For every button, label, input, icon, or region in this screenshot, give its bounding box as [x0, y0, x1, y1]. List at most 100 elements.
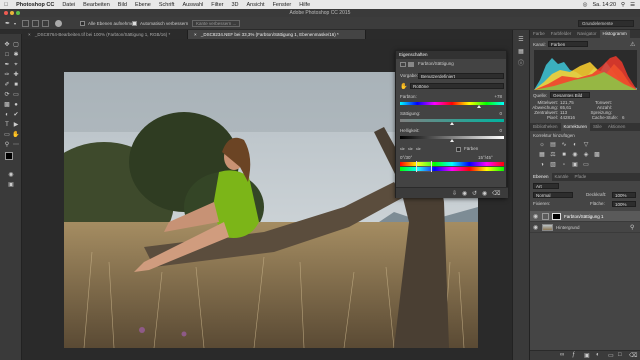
menu-bearbeiten[interactable]: Bearbeiten — [79, 2, 114, 8]
canvas-area[interactable]: Eigenschaften Farbton/Sättigung Vorgabe:… — [22, 39, 512, 360]
clip-to-layer-icon[interactable]: ⇩ — [452, 190, 457, 197]
sample-all-layers-checkbox[interactable] — [80, 21, 85, 26]
new-selection-icon[interactable] — [22, 20, 29, 27]
hand-tool-icon[interactable]: ✋ — [12, 131, 20, 139]
gradient-map-icon[interactable]: ▭ — [582, 161, 590, 169]
workspace-select[interactable]: Grundelemente — [578, 20, 634, 27]
more-tools-icon[interactable]: ⋯ — [12, 141, 20, 149]
type-tool-icon[interactable]: T — [3, 121, 11, 129]
levels-icon[interactable]: ▤ — [549, 141, 557, 149]
layer-mask-thumbnail[interactable] — [552, 213, 561, 220]
threshold-icon[interactable]: ▫ — [560, 161, 568, 169]
black-white-icon[interactable]: ■ — [560, 151, 568, 159]
saturation-slider-thumb[interactable] — [450, 122, 454, 125]
tab-kanaele[interactable]: Kanäle — [552, 173, 572, 181]
hue-slider-thumb[interactable] — [477, 105, 482, 108]
visibility-eye-icon[interactable]: ◉ — [533, 213, 538, 220]
layer-filter-select[interactable]: Art — [533, 183, 559, 189]
fx-icon[interactable]: ƒ — [572, 352, 575, 358]
document-tab-1[interactable]: × _DSC8764-Bearbeiten.tif bei 100% (Farb… — [22, 30, 188, 39]
layer-row[interactable]: ◉ Farbton/Sättigung 1 — [530, 211, 640, 222]
crop-tool-icon[interactable]: ⌖ — [12, 61, 20, 69]
fill-input[interactable]: 100% — [612, 201, 636, 207]
trash-icon[interactable]: ⌫ — [492, 190, 500, 197]
warning-icon[interactable]: ⚠ — [630, 41, 635, 48]
brush-tool-icon[interactable]: ✐ — [3, 81, 11, 89]
menu-bild[interactable]: Bild — [114, 2, 131, 8]
tab-stile[interactable]: Stile — [590, 123, 605, 131]
exposure-icon[interactable]: ◐ — [571, 141, 579, 149]
tab-navigator[interactable]: Navigator — [574, 30, 599, 38]
clock[interactable]: Sa. 14:20 — [592, 2, 616, 8]
auto-enhance-checkbox[interactable] — [132, 21, 137, 26]
menu-fenster[interactable]: Fenster — [269, 2, 296, 8]
path-selection-tool-icon[interactable]: ▶ — [12, 121, 20, 129]
info-panel-icon[interactable]: ⓘ — [517, 60, 525, 68]
menu-filter[interactable]: Filter — [207, 2, 227, 8]
visibility-icon[interactable]: ◉ — [482, 190, 487, 197]
foreground-color-swatch[interactable] — [5, 152, 13, 160]
tab-ebenen[interactable]: Ebenen — [530, 173, 552, 181]
document-tab-2[interactable]: × _DSC8234.NEF bei 33,3% (Farbton/Sättig… — [188, 30, 366, 39]
link-layers-icon[interactable]: ∞ — [560, 352, 564, 358]
healing-brush-tool-icon[interactable]: ✚ — [12, 71, 20, 79]
history-brush-tool-icon[interactable]: ⟳ — [3, 91, 11, 99]
add-mask-icon[interactable]: ▣ — [584, 352, 590, 359]
hue-slider[interactable] — [400, 102, 504, 105]
color-range-handle[interactable] — [416, 161, 432, 172]
posterize-icon[interactable]: ▧ — [549, 161, 557, 169]
zoom-window-button[interactable] — [16, 11, 20, 15]
close-tab-icon[interactable]: × — [28, 32, 31, 37]
screen-mode-icon[interactable]: ▣ — [7, 181, 15, 189]
tab-aktionen[interactable]: Aktionen — [605, 123, 629, 131]
wifi-icon[interactable]: ◎ — [583, 2, 588, 8]
apple-icon[interactable]:  — [0, 2, 12, 8]
tab-histogramm[interactable]: Histogramm — [599, 30, 630, 38]
close-window-button[interactable] — [4, 11, 8, 15]
new-adjustment-icon[interactable]: ◐ — [596, 352, 600, 358]
lightness-slider-thumb[interactable] — [450, 139, 454, 142]
quick-selection-tool-icon[interactable]: ✒ — [5, 20, 10, 27]
visibility-eye-icon[interactable]: ◉ — [533, 224, 538, 231]
menu-app-name[interactable]: Photoshop CC — [12, 2, 58, 8]
invert-icon[interactable]: ◑ — [538, 161, 546, 169]
zoom-tool-icon[interactable]: ⚲ — [3, 141, 11, 149]
layer-name[interactable]: Hintergrund — [556, 225, 580, 231]
reset-icon[interactable]: ↺ — [472, 190, 477, 197]
saturation-value[interactable]: 0 — [482, 111, 502, 117]
menu-hilfe[interactable]: Hilfe — [295, 2, 314, 8]
source-select[interactable]: Gesamtes Bild — [550, 92, 590, 98]
menu-auswahl[interactable]: Auswahl — [178, 2, 207, 8]
photo-filter-icon[interactable]: ◉ — [571, 151, 579, 159]
quick-mask-icon[interactable]: ◉ — [7, 171, 15, 179]
refine-edge-button[interactable]: Kante verbessern ... — [192, 20, 241, 27]
minimize-window-button[interactable] — [10, 11, 14, 15]
list-icon[interactable]: ☰ — [630, 2, 635, 8]
menu-ebene[interactable]: Ebene — [131, 2, 155, 8]
history-panel-icon[interactable]: ☰ — [517, 36, 525, 44]
search-icon[interactable]: ⚲ — [621, 2, 625, 8]
menu-schrift[interactable]: Schrift — [155, 2, 179, 8]
brush-size-icon[interactable] — [55, 20, 62, 27]
menu-3d[interactable]: 3D — [227, 2, 242, 8]
layer-row[interactable]: ◉ Hintergrund ⚲ — [530, 222, 640, 233]
selective-color-icon[interactable]: ▣ — [571, 161, 579, 169]
artboard-tool-icon[interactable]: ▢ — [12, 41, 20, 49]
stamp-tool-icon[interactable]: ■ — [12, 81, 20, 89]
eyedropper-minus-icon[interactable]: ✑ — [416, 146, 421, 153]
preset-select[interactable]: Benutzerdefiniert — [418, 73, 504, 79]
tab-farbe[interactable]: Farbe — [530, 30, 548, 38]
blur-tool-icon[interactable]: ● — [12, 101, 20, 109]
delete-layer-icon[interactable]: ⌫ — [629, 352, 637, 359]
tool-preset-chevron-icon[interactable]: ▾ — [14, 21, 16, 26]
eraser-tool-icon[interactable]: ▭ — [12, 91, 20, 99]
mask-icon[interactable] — [408, 62, 414, 67]
hue-saturation-icon[interactable]: ▦ — [538, 151, 546, 159]
hue-value[interactable]: +78 — [482, 94, 502, 100]
lasso-tool-icon[interactable]: ✱ — [12, 51, 20, 59]
layer-name[interactable]: Farbton/Sättigung 1 — [564, 214, 604, 220]
pen-tool-icon[interactable]: ✔ — [12, 111, 20, 119]
view-previous-icon[interactable]: ◉ — [462, 190, 467, 197]
hand-target-icon[interactable]: ✋ — [400, 83, 407, 90]
move-tool-icon[interactable]: ✥ — [3, 41, 11, 49]
